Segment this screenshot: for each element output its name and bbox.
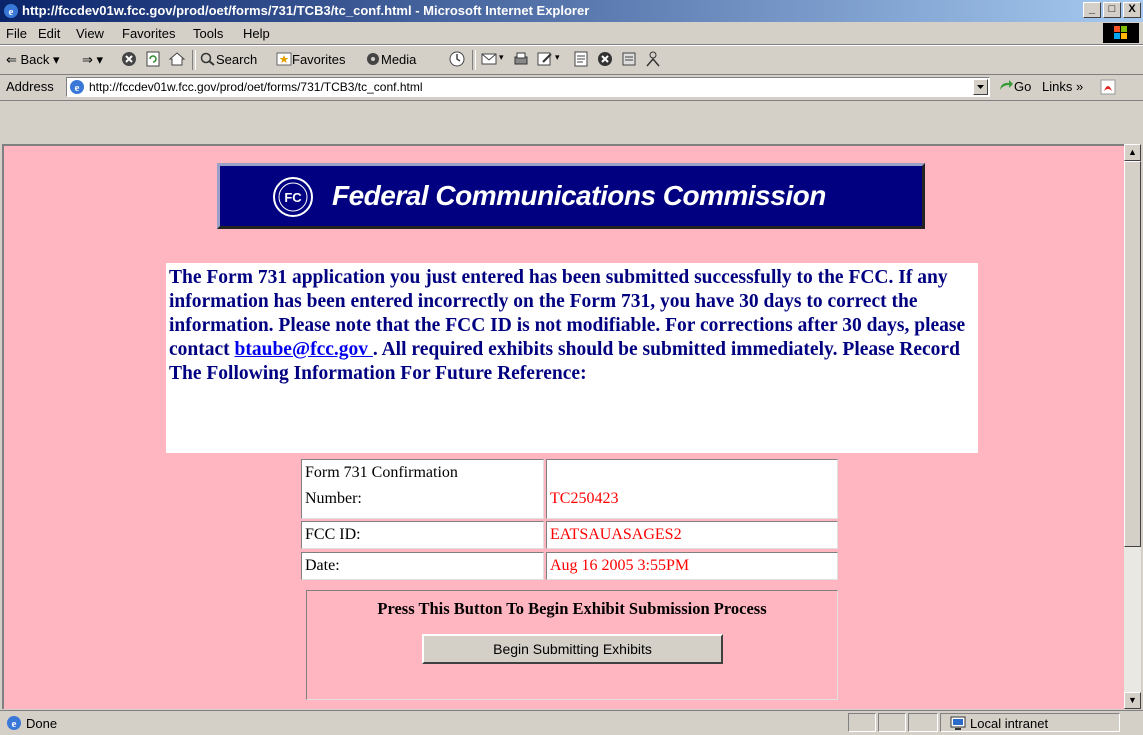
go-label: Go <box>1014 79 1032 94</box>
go-button[interactable]: Go <box>998 79 1031 94</box>
refresh-icon[interactable] <box>144 50 162 68</box>
status-bar: e Done Local intranet <box>0 710 1143 735</box>
scroll-thumb[interactable] <box>1124 161 1141 547</box>
close-button[interactable]: X <box>1123 2 1141 18</box>
history-icon[interactable] <box>448 50 466 68</box>
scroll-down-button[interactable]: ▼ <box>1124 692 1141 709</box>
address-url: http://fccdev01w.fcc.gov/prod/oet/forms/… <box>89 80 423 94</box>
menu-view[interactable]: View <box>76 26 104 41</box>
mail-icon[interactable] <box>480 50 498 68</box>
fcc-id-label: FCC ID: <box>305 526 361 543</box>
links-button[interactable]: Links » <box>1042 79 1083 94</box>
print-icon[interactable] <box>512 50 530 68</box>
fcc-id-value: EATSAUASAGES2 <box>550 526 682 543</box>
home-icon[interactable] <box>168 50 186 68</box>
address-dropdown-button[interactable] <box>973 79 988 95</box>
menu-file[interactable]: File <box>6 26 27 41</box>
fcc-id-value-cell: EATSAUASAGES2 <box>546 521 838 549</box>
links-label: Links <box>1042 79 1073 94</box>
search-button[interactable]: Search <box>200 52 257 67</box>
date-label-cell: Date: <box>301 552 544 580</box>
confirmation-number-value: TC250423 <box>550 490 619 507</box>
scroll-up-button[interactable]: ▲ <box>1124 144 1141 161</box>
media-icon <box>367 53 379 65</box>
banner-title: Federal Communications Commission <box>332 180 826 211</box>
acrobat-icon[interactable] <box>1100 79 1116 95</box>
discuss-icon[interactable] <box>572 50 590 68</box>
svg-text:e: e <box>9 6 14 18</box>
menu-tools[interactable]: Tools <box>193 26 223 41</box>
page-icon: e <box>70 80 84 94</box>
zone-label: Local intranet <box>970 716 1049 731</box>
forward-button[interactable]: ⇒ ▾ <box>82 52 103 68</box>
research-icon[interactable] <box>620 50 638 68</box>
svg-text:e: e <box>75 82 80 94</box>
window-title: http://fccdev01w.fcc.gov/prod/oet/forms/… <box>22 3 590 18</box>
exhibit-instruction: Press This Button To Begin Exhibit Submi… <box>377 599 767 618</box>
fcc-banner: FC Federal Communications Commission <box>217 163 925 229</box>
date-value: Aug 16 2005 3:55PM <box>550 557 690 574</box>
confirmation-message: The Form 731 application you just entere… <box>166 263 978 453</box>
svg-text:e: e <box>12 718 17 730</box>
confirmation-number-value-cell: TC250423 <box>546 459 838 519</box>
seal-text: FC <box>284 190 302 205</box>
messenger-icon[interactable] <box>596 50 614 68</box>
menu-favorites[interactable]: Favorites <box>122 26 175 41</box>
local-intranet-icon <box>950 716 966 730</box>
favorites-star-icon <box>276 52 292 66</box>
date-value-cell: Aug 16 2005 3:55PM <box>546 552 838 580</box>
back-button[interactable]: ⇐ Back ▾ <box>6 52 60 68</box>
menu-bar: File Edit View Favorites Tools Help <box>0 22 1143 45</box>
page-done-icon: e <box>7 716 21 730</box>
search-label: Search <box>216 52 258 67</box>
address-label: Address <box>6 79 54 94</box>
edit-icon[interactable] <box>536 50 554 68</box>
favorites-button[interactable]: Favorites <box>276 52 345 67</box>
menu-help[interactable]: Help <box>243 26 270 41</box>
media-label: Media <box>381 52 417 67</box>
address-input[interactable]: e http://fccdev01w.fcc.gov/prod/oet/form… <box>66 77 990 97</box>
go-arrow-icon <box>1000 80 1013 90</box>
confirmation-number-label-line-2: Number: <box>305 490 362 507</box>
stop-icon[interactable] <box>120 50 138 68</box>
begin-submitting-exhibits-button[interactable]: Begin Submitting Exhibits <box>422 634 723 664</box>
back-label: Back <box>20 52 50 67</box>
exhibit-submission-cell: Press This Button To Begin Exhibit Submi… <box>306 590 838 700</box>
vertical-scrollbar[interactable]: ▲ ▼ <box>1124 144 1141 709</box>
windows-logo-icon <box>1103 23 1139 43</box>
confirmation-number-label-line-1: Form 731 Confirmation <box>305 464 458 481</box>
page-content: FC Federal Communications Commission The… <box>2 144 1124 709</box>
user-icon[interactable] <box>644 50 662 68</box>
internet-explorer-icon: e <box>4 4 18 18</box>
toolbar: ⇐ Back ▾ ⇒ ▾ Search Favorites Media ▾ ▾ <box>0 45 1143 75</box>
search-icon <box>200 52 215 66</box>
fcc-seal-icon: FC <box>273 177 313 217</box>
menu-edit[interactable]: Edit <box>38 26 60 41</box>
contact-email-link[interactable]: btaube@fcc.gov <box>235 339 373 360</box>
minimize-button[interactable]: _ <box>1083 2 1101 18</box>
date-label: Date: <box>305 557 340 574</box>
chevron-down-icon <box>977 85 984 89</box>
status-text: Done <box>26 716 58 731</box>
address-bar: Address e http://fccdev01w.fcc.gov/prod/… <box>0 74 1143 101</box>
confirmation-number-label-cell: Form 731 Confirmation Number: <box>301 459 544 519</box>
media-button[interactable]: Media <box>365 52 416 67</box>
fcc-id-label-cell: FCC ID: <box>301 521 544 549</box>
favorites-label: Favorites <box>292 52 346 67</box>
title-bar: e http://fccdev01w.fcc.gov/prod/oet/form… <box>0 0 1143 22</box>
maximize-button[interactable]: □ <box>1103 2 1121 18</box>
